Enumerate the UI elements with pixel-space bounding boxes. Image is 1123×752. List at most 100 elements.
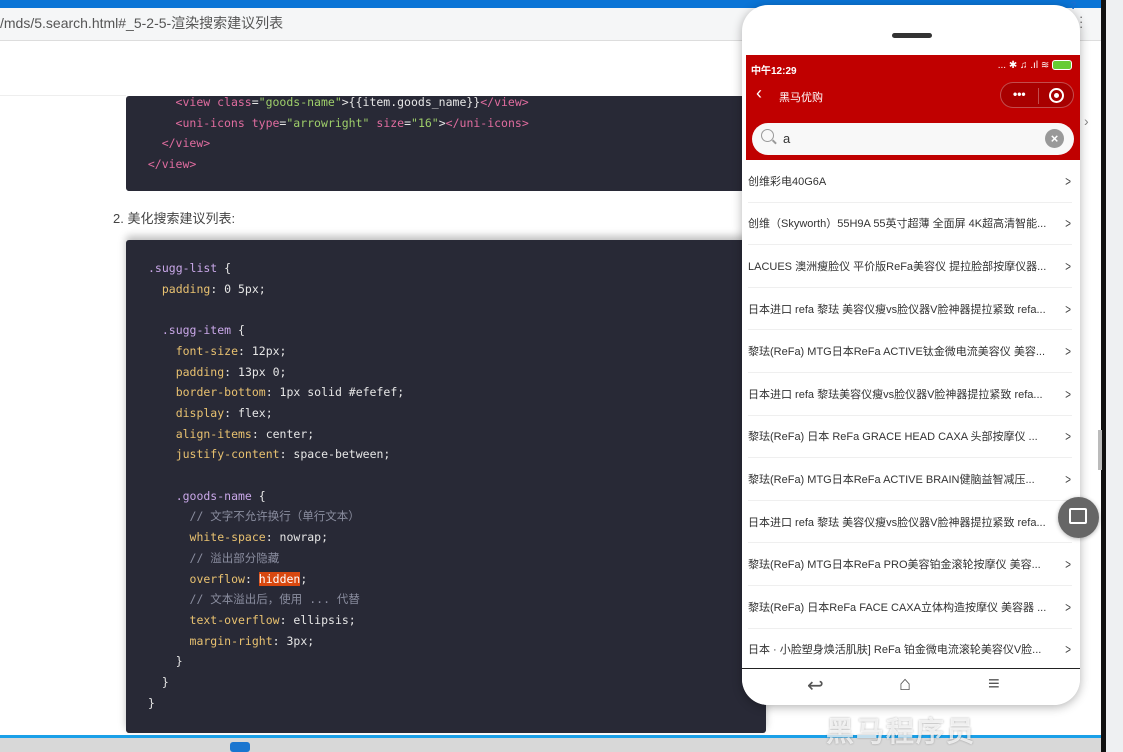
code-line: </view> [134,154,196,174]
phone-simulator: 中午12:29 ... ✱ ♫ .ıl ≋ ‹ 黑马优购 ••• a × 创维彩… [742,5,1080,705]
pip-icon [1069,508,1087,524]
app-header: 中午12:29 ... ✱ ♫ .ıl ≋ ‹ 黑马优购 ••• a × [746,55,1080,160]
nav-title: 黑马优购 [779,92,823,104]
arrow-right-icon: > [1065,641,1071,658]
step-heading: 2. 美化搜索建议列表: [113,211,236,226]
goods-name: 创维（Skyworth）55H9A 55英寸超薄 全面屏 4K超高清智能... [748,218,1047,231]
code-line: .sugg-list { [148,258,231,278]
code-line: <view class="goods-name">{{item.goods_na… [134,92,529,112]
status-time: 中午12:29 [751,66,797,77]
code-token: : 0 5px; [210,281,266,296]
suggestion-item[interactable]: 创维（Skyworth）55H9A 55英寸超薄 全面屏 4K超高清智能... > [748,203,1072,246]
arrow-right-icon: > [1065,300,1071,317]
right-panel [1106,0,1123,752]
code-line: </view> [134,133,210,153]
chevron-right-icon[interactable]: › [1084,113,1089,129]
code-token: { [258,488,266,503]
code-line: // 溢出部分隐藏 [148,548,280,568]
code-line: // 文字不允许换行（单行文本） [148,506,360,526]
phone-nav-bar: ↩ ⌂ ≡ [742,668,1080,705]
taskbar-app-icon[interactable] [230,742,250,752]
watermark: 黑马程序员 [826,716,977,747]
code-token: : nowrap; [265,530,329,545]
capsule-menu[interactable]: ••• [1000,82,1074,108]
suggestion-item[interactable]: 黎珐(ReFa) 日本ReFa FACE CAXA立体构造按摩仪 美容器 ...… [748,586,1072,629]
code-token: "goods-name" [258,95,342,109]
goods-name: 创维彩电40G6A [748,175,827,188]
code-token: .goods-name [148,488,259,503]
exit-fullscreen-button[interactable] [1058,497,1099,538]
arrow-right-icon: > [1065,257,1071,274]
code-token: padding [148,281,211,296]
divider [0,95,126,96]
code-line: white-space: nowrap; [148,527,328,547]
arrow-right-icon: > [1065,215,1071,232]
suggestion-item[interactable]: 日本进口 refa 黎珐 美容仪瘦vs脸仪器V脸神器提拉紧致 refa...> [748,501,1072,544]
code-line: .goods-name { [148,486,266,506]
goods-name: LACUES 澳洲瘦脸仪 平价版ReFa美容仪 提拉脸部按摩仪器... [748,260,1047,273]
code-token: // 文字不允许换行（单行文本） [148,509,360,524]
code-token: // 溢出部分隐藏 [148,550,280,565]
arrow-right-icon: > [1065,556,1071,573]
clear-icon[interactable]: × [1045,129,1064,148]
scrollbar[interactable] [1098,430,1102,470]
code-token: } [148,654,183,669]
suggestion-item[interactable]: 黎珐(ReFa) MTG日本ReFa PRO美容铂金滚轮按摩仪 美容... > [748,543,1072,586]
code-token: : center; [251,426,315,441]
code-token: // 文本溢出后，使用 ... 代替 [148,592,360,607]
code-token: : 12px; [238,343,287,358]
suggestion-item[interactable]: 黎珐(ReFa) MTG日本ReFa ACTIVE钛金微电流美容仪 美容... > [748,330,1072,373]
close-target-icon[interactable] [1049,88,1064,103]
more-menu-icon[interactable]: · · · [1079,10,1085,33]
status-icons: ... ✱ ♫ .ıl ≋ [998,60,1072,71]
suggestion-item[interactable]: LACUES 澳洲瘦脸仪 平价版ReFa美容仪 提拉脸部按摩仪器... > [748,245,1072,288]
code-token: font-size [148,343,239,358]
code-token: </view> [480,95,529,109]
arrow-right-icon: > [1065,428,1071,445]
code-token: "16" [411,115,439,130]
suggestion-item[interactable]: 黎珐(ReFa) 日本 ReFa GRACE HEAD CAXA 头部按摩仪 .… [748,416,1072,459]
code-line: // 文本溢出后，使用 ... 代替 [148,589,360,609]
suggestion-item[interactable]: 黎珐(ReFa) MTG日本ReFa ACTIVE BRAIN健脑益智减压...… [748,458,1072,501]
code-token: <uni-icons [175,115,252,130]
back-nav-icon[interactable]: ↩ [807,673,824,698]
code-line: overflow: hidden; [148,569,307,589]
more-icon[interactable]: ••• [1013,87,1026,101]
code-token: : ellipsis; [279,612,356,627]
goods-name: 日本 · 小脸塑身焕活肌肤] ReFa 铂金微电流滚轮美容仪V脸... [748,644,1042,657]
code-token: margin-right [148,633,273,648]
code-token: justify-content [148,447,280,462]
code-token: : flex; [224,405,273,420]
code-token: } [148,675,169,689]
search-input[interactable]: a × [752,123,1074,155]
suggestion-item[interactable]: 创维彩电40G6A > [748,160,1072,203]
arrow-right-icon: > [1065,598,1071,615]
phone-speaker [892,33,932,38]
goods-name: 日本进口 refa 黎珐 美容仪瘦vs脸仪器V脸神器提拉紧致 refa... [748,516,1046,529]
goods-name: 日本进口 refa 黎珐 美容仪瘦vs脸仪器V脸神器提拉紧致 refa... [748,303,1046,316]
code-token: </uni-icons> [445,115,529,130]
back-icon[interactable]: ‹ [756,83,762,104]
code-token: .sugg-list [148,261,225,275]
goods-name: 黎珐(ReFa) MTG日本ReFa PRO美容铂金滚轮按摩仪 美容... [748,559,1041,572]
code-line: <uni-icons type="arrowright" size="16"><… [134,113,529,133]
arrow-right-icon: > [1065,385,1071,402]
suggestion-item[interactable]: 日本进口 refa 黎珐美容仪瘦vs脸仪器V脸神器提拉紧致 refa... > [748,373,1072,416]
battery-icon [1052,60,1072,71]
code-line: justify-content: space-between; [148,444,391,464]
home-icon[interactable]: ⌂ [899,673,911,696]
menu-icon[interactable]: ≡ [988,673,1000,696]
code-token: { [224,261,232,275]
goods-name: 黎珐(ReFa) MTG日本ReFa ACTIVE BRAIN健脑益智减压... [748,473,1035,486]
suggestion-item[interactable]: 日本进口 refa 黎珐 美容仪瘦vs脸仪器V脸神器提拉紧致 refa... > [748,288,1072,331]
code-line: padding: 0 5px; [148,279,266,299]
code-token: .sugg-item [148,323,239,338]
search-value[interactable]: a [783,131,790,146]
code-token: } [148,695,155,710]
suggestion-item[interactable]: 日本 · 小脸塑身焕活肌肤] ReFa 铂金微电流滚轮美容仪V脸... > [748,629,1072,672]
goods-name: 黎珐(ReFa) 日本 ReFa GRACE HEAD CAXA 头部按摩仪 .… [748,431,1038,444]
